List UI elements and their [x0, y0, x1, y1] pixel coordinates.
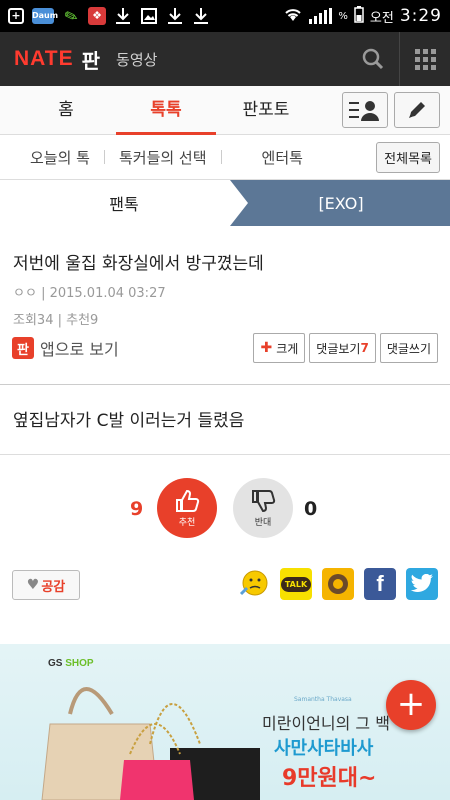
post-title: 저번에 울집 화장실에서 방구꼈는데	[13, 254, 264, 274]
kakaostory-icon	[328, 574, 348, 594]
ad-line-3: 9만원대~	[282, 766, 377, 791]
download-icon	[166, 7, 184, 25]
kakaostory-share-button[interactable]	[322, 568, 354, 600]
post-stats: 조회34 | 추천9	[13, 309, 437, 328]
facebook-icon: f	[376, 571, 384, 596]
signal-icon	[309, 8, 333, 24]
post-actions: 판 앱으로 보기 ✚ 크게 댓글보기 7 댓글쓰기	[0, 330, 450, 366]
subtab-entertalk[interactable]: 엔터톡	[222, 147, 317, 168]
meta-separator: |	[41, 286, 50, 301]
subtab-today[interactable]: 오늘의 톡	[0, 147, 104, 168]
post-meta: ㅇㅇ | 2015.01.04 03:27	[13, 282, 437, 301]
pen-icon: ✎	[61, 4, 81, 28]
pan-app-icon[interactable]: 판	[12, 337, 34, 359]
menu-grid-button[interactable]	[400, 32, 450, 86]
image-icon	[140, 7, 158, 25]
write-button[interactable]	[394, 92, 440, 128]
video-link[interactable]: 동영상	[116, 49, 157, 70]
breadcrumb: 팬톡 [EXO]	[0, 180, 450, 226]
view-in-app-link[interactable]: 앱으로 보기	[40, 336, 119, 360]
subtab-talkers-choice[interactable]: 톡커들의 선택	[105, 147, 221, 168]
add-icon: +	[8, 8, 24, 24]
ad-banner[interactable]: GS SHOP Samantha Thavasa 미란이언니의 그 백 사만사타…	[0, 644, 450, 800]
post-header: 저번에 울집 화장실에서 방구꼈는데 ㅇㅇ | 2015.01.04 03:27…	[0, 226, 450, 328]
battery-percent: %	[338, 10, 348, 22]
kakaotalk-icon: TALK	[280, 576, 312, 592]
tab-home[interactable]: 홈	[16, 86, 116, 134]
grid-icon	[414, 48, 436, 70]
tab-panphoto[interactable]: 판포토	[216, 86, 316, 134]
stats-separator: |	[57, 313, 67, 328]
app-notification-icon: ❖	[88, 7, 106, 25]
kakaotalk-share-button[interactable]: TALK	[280, 568, 312, 600]
views-count: 34	[36, 313, 54, 328]
search-icon	[362, 48, 383, 70]
download-icon	[114, 7, 132, 25]
wifi-icon	[283, 6, 303, 26]
thumbs-down-icon	[252, 490, 276, 513]
battery-icon	[354, 5, 364, 27]
clock: 3:29	[399, 6, 442, 26]
all-list-button[interactable]: 전체목록	[376, 141, 440, 173]
oppose-label: 반대	[254, 518, 272, 528]
divider	[0, 384, 450, 385]
download-icon	[192, 7, 210, 25]
view-comments-label: 댓글보기	[316, 341, 361, 356]
enlarge-text-button[interactable]: ✚ 크게	[253, 333, 306, 363]
enlarge-label: 크게	[276, 341, 299, 356]
thumbs-up-icon	[176, 489, 200, 512]
emoticon-share-icon[interactable]	[238, 568, 270, 600]
main-tabs: 홈 톡톡 판포토	[0, 86, 450, 135]
views-label: 조회	[13, 313, 37, 328]
ad-line-2: 사만사타바사	[274, 738, 374, 759]
facebook-share-button[interactable]: f	[364, 568, 396, 600]
twitter-icon	[410, 574, 433, 593]
pan-title[interactable]: 판	[82, 45, 100, 74]
recommend-count: 9	[90, 313, 99, 328]
post-author: ㅇㅇ	[13, 286, 37, 301]
ampm: 오전	[369, 10, 394, 26]
vote-area: 9 추천 반대 0	[0, 478, 450, 542]
sub-tabs: 오늘의 톡 톡커들의 선택 엔터톡 전체목록	[0, 135, 450, 180]
breadcrumb-fantalk[interactable]: 팬톡	[0, 180, 248, 226]
recommend-label: 추천	[66, 313, 91, 328]
oppose-vote-count: 0	[304, 498, 318, 520]
daum-icon: Daum	[32, 8, 58, 24]
floating-add-button[interactable]: +	[386, 680, 436, 730]
post-body: 옆집남자가 C발 이러는거 들렸음	[13, 411, 245, 431]
view-comments-button[interactable]: 댓글보기 7	[309, 333, 376, 363]
my-profile-button[interactable]	[342, 92, 388, 128]
heart-icon: ♥	[26, 577, 40, 593]
nate-logo[interactable]: NATE	[14, 47, 74, 71]
search-button[interactable]	[346, 32, 400, 86]
plus-icon: ✚	[260, 340, 273, 356]
user-list-icon	[349, 101, 379, 121]
write-comment-label: 댓글쓰기	[386, 341, 431, 356]
recommend-label: 추천	[178, 518, 196, 528]
twitter-share-button[interactable]	[406, 568, 438, 600]
share-row: ♥ 공감 TALK f	[0, 568, 450, 604]
status-bar: + Daum ✎ ❖ % 오전 3:29	[0, 0, 450, 32]
write-comment-button[interactable]: 댓글쓰기	[379, 333, 438, 363]
pencil-icon	[409, 102, 425, 118]
post-date: 2015.01.04 03:27	[49, 286, 166, 301]
comments-count: 7	[360, 341, 369, 355]
ad-line-1: 미란이언니의 그 백	[262, 714, 390, 733]
tab-toktok[interactable]: 톡톡	[116, 86, 216, 135]
breadcrumb-exo[interactable]: [EXO]	[248, 180, 450, 226]
empathy-label: 공감	[41, 579, 66, 595]
recommend-button[interactable]: 추천	[157, 478, 217, 538]
oppose-button[interactable]: 반대	[233, 478, 293, 538]
divider	[0, 454, 450, 455]
app-header: NATE 판 동영상	[0, 32, 450, 86]
ad-brand-logo: Samantha Thavasa	[294, 696, 352, 703]
handbag-image	[41, 687, 260, 800]
empathy-button[interactable]: ♥ 공감	[12, 570, 80, 600]
recommend-vote-count: 9	[130, 498, 144, 520]
